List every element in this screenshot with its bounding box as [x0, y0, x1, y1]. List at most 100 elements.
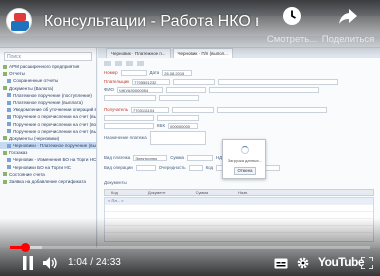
document-icon: [7, 129, 11, 134]
send-icon[interactable]: [137, 60, 144, 66]
form-row-purpose: Назначение платежа: [104, 130, 206, 145]
purpose-label: Назначение платежа: [104, 135, 147, 140]
bank-label: ФИО: [104, 87, 114, 92]
recipient-name-field[interactable]: [217, 106, 327, 113]
kind-field[interactable]: [135, 164, 156, 171]
grid-row[interactable]: < Пл... >: [105, 198, 373, 205]
watch-later-button[interactable]: Смотреть...: [262, 6, 322, 45]
grid-tab-documents[interactable]: Документы: [104, 180, 127, 185]
print-icon[interactable]: [115, 60, 122, 66]
document-icon: [7, 93, 11, 98]
progress-bar[interactable]: [10, 243, 370, 252]
recipient-inn-field[interactable]: 7703111104: [131, 106, 169, 113]
fullscreen-button[interactable]: [359, 254, 375, 272]
sidebar-item-label: Заявка на добавление сертификата: [9, 179, 86, 184]
sidebar-item[interactable]: Уведомление об уточнении операций вал...: [0, 106, 96, 113]
number-label: Номер: [104, 70, 118, 75]
document-icon: [7, 158, 11, 163]
payer-name-field[interactable]: [218, 78, 339, 85]
sidebar-item[interactable]: Документы (Валюта): [0, 85, 96, 92]
recipient-bank-field[interactable]: [104, 114, 154, 121]
document-icon: [7, 100, 11, 105]
sidebar-item[interactable]: Поручение о перечислении на счет (выплат…: [0, 128, 96, 135]
volume-button[interactable]: [40, 254, 60, 272]
share-arrow-icon: [339, 9, 357, 24]
payer-kpp-field[interactable]: [173, 78, 216, 85]
sidebar-item[interactable]: Черновики · Платежное поручение (выпол..…: [0, 142, 96, 150]
loading-message: Загрузка данных...: [227, 158, 263, 163]
sidebar-item[interactable]: Отчеты: [0, 70, 96, 77]
folder-icon: [3, 150, 7, 155]
sidebar-item-label: Уведомление об уточнении операций вал...: [13, 107, 96, 113]
sidebar-item[interactable]: Поручение о перечислении на счет (возвр.…: [0, 121, 96, 128]
bank-field[interactable]: ЧЖУАЗ0000054: [116, 86, 163, 93]
video-player[interactable]: Поиск АРМ расширенного предприятия Отчеты…: [0, 0, 380, 276]
recipient-bik-field[interactable]: [157, 114, 199, 121]
sidebar-item-label: Отчеты: [9, 71, 25, 77]
number-field[interactable]: [120, 69, 147, 76]
folder-icon: [3, 71, 7, 76]
kbk-label: КБК: [157, 123, 165, 128]
sidebar-item[interactable]: Документы (черновики): [0, 135, 96, 142]
grid-col-sum[interactable]: Сумма: [196, 190, 209, 195]
fullscreen-icon: [361, 257, 373, 269]
kbk-field[interactable]: 000000000: [168, 122, 198, 129]
grid-col-purpose[interactable]: Назн.: [238, 190, 248, 195]
payer-account-field[interactable]: [104, 94, 156, 101]
video-title[interactable]: Консультации - Работа НКО в СМАРТ-Бю...: [44, 13, 258, 31]
settings-button[interactable]: [294, 254, 312, 272]
grid-col-document[interactable]: Документ: [148, 190, 166, 195]
time-display: 1:04 / 24:33: [68, 257, 121, 268]
sidebar-item[interactable]: Черновик - Изменения БО на Торги НС: [0, 156, 96, 163]
sidebar-item-label: Черновики БО на Торги НС: [13, 164, 72, 170]
document-icon: [7, 78, 11, 83]
bank-name-field[interactable]: [208, 86, 319, 93]
date-label: Дата: [149, 70, 160, 75]
loading-spinner-icon: [241, 146, 249, 154]
purpose-field[interactable]: [149, 130, 206, 145]
clock-icon: [283, 7, 301, 25]
sidebar-item[interactable]: Черновики БО на Торги НС: [0, 164, 96, 171]
save-icon[interactable]: [104, 60, 111, 66]
form-row-recipient: Получатель 7703111104: [104, 106, 327, 113]
form-row-payer-3: [104, 94, 199, 101]
sidebar-item[interactable]: Состояние счета: [0, 171, 96, 178]
document-toolbar: [98, 59, 380, 67]
priority-field[interactable]: [188, 164, 203, 171]
grid-col-code[interactable]: Код: [111, 190, 118, 195]
share-button[interactable]: Поделиться: [318, 6, 378, 45]
recipient-kpp-field[interactable]: [172, 106, 214, 113]
channel-logo-shape: [14, 13, 26, 21]
folder-icon: [3, 179, 7, 184]
payment-type-label: Вид платежа: [104, 155, 131, 160]
document-icon: [7, 114, 11, 119]
payer-inn-field[interactable]: 7705551232: [132, 78, 171, 85]
sum-field[interactable]: [186, 154, 213, 161]
grid-row[interactable]: [105, 205, 373, 212]
date-field[interactable]: 26.08.2015: [162, 69, 193, 76]
folder-icon: [3, 172, 7, 177]
loading-cancel-button[interactable]: Отмена: [234, 167, 256, 175]
sidebar-item[interactable]: Сохраненные отчеты: [0, 77, 96, 84]
sidebar-item[interactable]: Поручение о перечислении на счет (выплат…: [0, 113, 96, 120]
channel-avatar[interactable]: [6, 8, 32, 34]
bik-field[interactable]: [165, 86, 206, 93]
form-row-recipient-2: [104, 114, 199, 121]
folder-icon: [3, 86, 7, 91]
sidebar-item-label: Черновики · Платежное поручение (выпол..…: [13, 143, 96, 149]
payment-type-field[interactable]: Электронно: [133, 154, 168, 161]
sidebar-item[interactable]: АРМ расширенного предприятия: [0, 63, 96, 70]
sign-icon[interactable]: [126, 60, 133, 66]
subtitles-button[interactable]: [272, 254, 290, 272]
sidebar-item[interactable]: Заявка на добавление сертификата: [0, 178, 96, 185]
pause-button[interactable]: [20, 254, 36, 272]
sidebar-item-label: Сохраненные отчеты: [13, 78, 59, 84]
recipient-account-field[interactable]: [104, 122, 154, 129]
sidebar-item[interactable]: Платежное поручение (выплата): [0, 99, 96, 106]
sidebar-item[interactable]: Платежное поручение (поступление): [0, 92, 96, 99]
sidebar-item-label: Платежное поручение (выплата): [13, 99, 83, 105]
corr-account-field[interactable]: [159, 94, 199, 101]
youtube-logo[interactable]: YouTube: [318, 255, 365, 269]
sidebar-item[interactable]: Госзаказ: [0, 149, 96, 156]
sidebar-item-label: Документы (черновики): [9, 135, 60, 141]
